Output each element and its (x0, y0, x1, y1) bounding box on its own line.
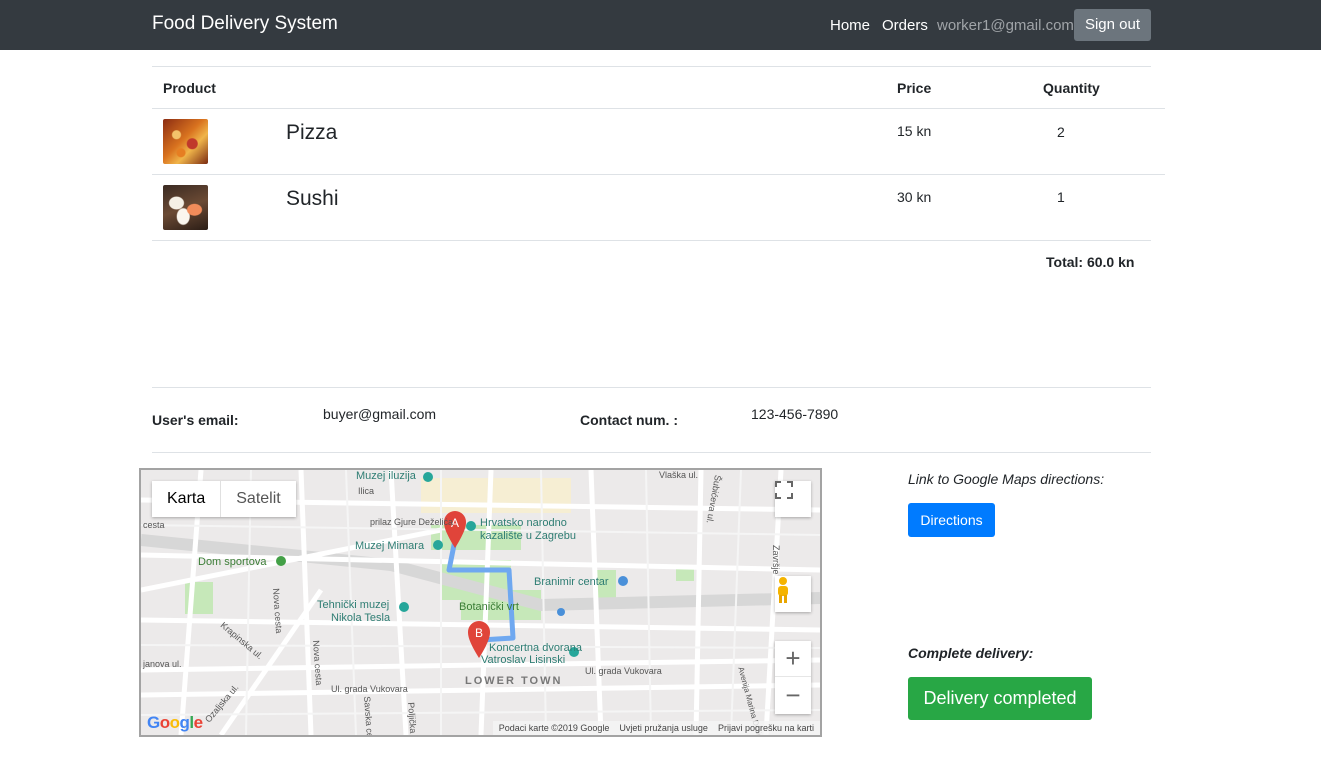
directions-link-label: Link to Google Maps directions: (908, 471, 1105, 487)
marker-b-icon[interactable]: B (468, 621, 490, 658)
directions-button[interactable]: Directions (908, 503, 995, 537)
product-name: Pizza (286, 121, 338, 144)
order-total: Total: 60.0 kn (1046, 254, 1135, 270)
product-price: 30 kn (897, 189, 932, 205)
poi-icon (399, 602, 409, 612)
map-label: LOWER TOWN (465, 675, 563, 687)
report-error-link[interactable]: Prijavi pogrešku na karti (718, 721, 814, 735)
sushi-image (163, 185, 208, 230)
delivery-completed-button[interactable]: Delivery completed (908, 677, 1092, 720)
zoom-out-button[interactable]: − (775, 677, 811, 713)
map-label: Ul. grada Vukovara (331, 684, 408, 694)
info-bottom-border (152, 452, 1151, 453)
terms-link[interactable]: Uvjeti pružanja usluge (619, 721, 708, 735)
poi-icon (433, 540, 443, 550)
map-label: Koncertna dvorana (489, 642, 582, 654)
brand-title[interactable]: Food Delivery System (152, 13, 338, 35)
map-tab-karta[interactable]: Karta (152, 481, 222, 517)
google-logo: Google (147, 713, 203, 732)
svg-text:B: B (475, 626, 483, 640)
contact-value: 123-456-7890 (751, 406, 839, 422)
map-data-credit: Podaci karte ©2019 Google (498, 723, 610, 733)
map-label: Muzej iluzija (356, 470, 416, 482)
map-label: Vatroslav Lisinski (481, 654, 566, 666)
header-price: Price (897, 80, 932, 96)
row-divider (152, 174, 1165, 175)
header-product: Product (163, 80, 216, 96)
fullscreen-icon (775, 481, 793, 499)
header-quantity: Quantity (1043, 80, 1100, 96)
pegman-icon (778, 577, 788, 603)
sign-out-button[interactable]: Sign out (1074, 9, 1151, 41)
nav-user-email: worker1@gmail.com (937, 17, 1074, 34)
map-label: Muzej Mimara (355, 540, 425, 552)
poi-icon (466, 521, 476, 531)
pizza-image (163, 119, 208, 164)
table-top-border (152, 66, 1151, 67)
map-tab-satelit[interactable]: Satelit (221, 481, 295, 517)
contact-label: Contact num. : (580, 412, 678, 428)
map-label: Dom sportova (198, 556, 267, 568)
product-quantity: 2 (1057, 124, 1065, 140)
user-email-value: buyer@gmail.com (323, 406, 437, 422)
nav-orders-link[interactable]: Orders (882, 17, 928, 34)
map-label: prilaz Gjure Deželića (370, 517, 454, 527)
poi-icon (276, 556, 286, 566)
navbar: Food Delivery System Home Orders worker1… (0, 0, 1321, 50)
map-label: Hrvatsko narodno (480, 517, 567, 529)
row-divider (152, 240, 1151, 241)
map-label: Vlaška ul. (659, 470, 699, 480)
map-label: Botanički vrt (459, 601, 519, 613)
poi-icon (423, 472, 433, 482)
poi-icon (557, 608, 565, 616)
map-label: Ul. grada Vukovara (585, 666, 662, 676)
complete-delivery-label: Complete delivery: (908, 645, 1034, 661)
fullscreen-button[interactable] (775, 481, 811, 517)
map-attribution: Podaci karte ©2019 Google Uvjeti pružanj… (492, 721, 820, 735)
map-label: Poljička (406, 702, 419, 734)
product-name: Sushi (286, 187, 339, 210)
map-type-control: Karta Satelit (152, 481, 296, 517)
map-label: Tehnički muzej (317, 599, 390, 611)
zoom-in-button[interactable]: + (775, 641, 811, 677)
map-label: janova ul. (143, 659, 182, 669)
user-email-label: User's email: (152, 412, 239, 428)
map-label: Završje (771, 545, 781, 575)
poi-icon (618, 576, 628, 586)
map-label: Branimir centar (534, 576, 609, 588)
map-label: kazalište u Zagrebu (480, 530, 576, 542)
google-map[interactable]: A B Muzej iluzija Vlaška ul. Ilica prila… (139, 468, 822, 737)
zoom-control: + − (775, 641, 811, 714)
pegman-button[interactable] (775, 576, 811, 612)
map-label: Ilica (358, 486, 375, 496)
map-label: Nikola Tesla (331, 612, 391, 624)
nav-home-link[interactable]: Home (830, 17, 870, 34)
product-price: 15 kn (897, 123, 932, 139)
map-label: cesta (143, 520, 165, 530)
table-header-border (152, 108, 1165, 109)
info-top-border (152, 387, 1151, 388)
product-quantity: 1 (1057, 189, 1065, 205)
